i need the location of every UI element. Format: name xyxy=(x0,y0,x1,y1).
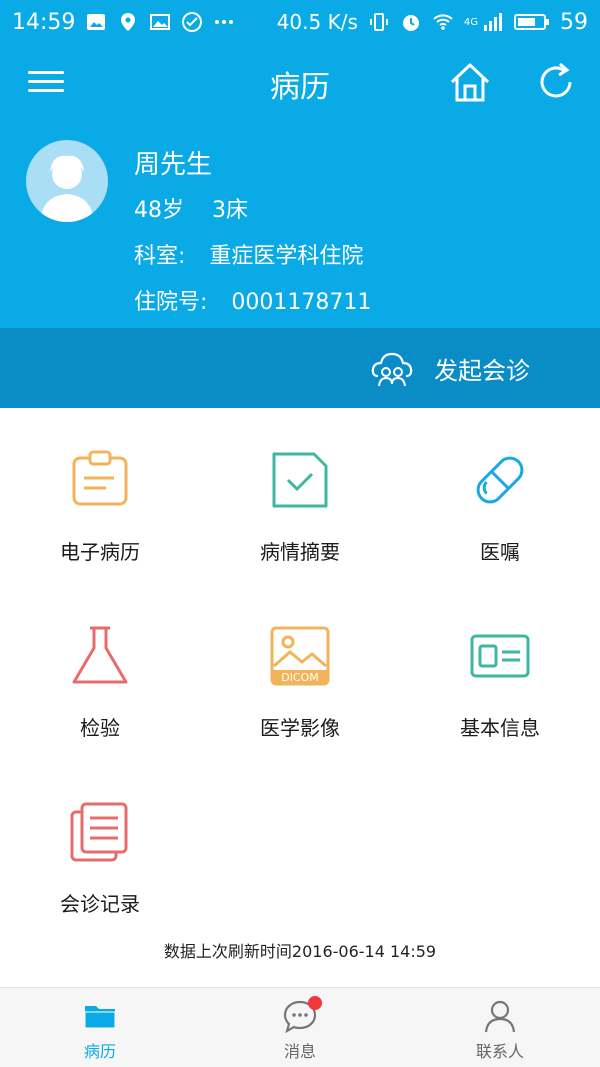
app-header: 病历 周先生 48岁3床 科室:重症医学科住院 住院号:000117871 xyxy=(0,44,600,328)
group-cloud-icon xyxy=(371,352,413,387)
module-label: 医学影像 xyxy=(260,716,340,740)
vibrate-icon xyxy=(368,11,390,33)
consult-bar: 发起会诊 xyxy=(0,328,600,408)
chat-bubble-wrap xyxy=(282,996,322,1034)
refresh-icon xyxy=(540,62,572,98)
patient-name: 周先生 xyxy=(134,150,213,180)
consultation-label: 发起会诊 xyxy=(434,356,530,385)
tab-records[interactable]: 病历 xyxy=(0,988,200,1067)
patient-bed: 3床 xyxy=(212,198,248,223)
clipboard-icon xyxy=(72,450,128,506)
last-refresh-time: 数据上次刷新时间2016-06-14 14:59 xyxy=(163,942,437,961)
admission-value: 0001178711 xyxy=(231,290,372,315)
status-bar: 14:59 40.5 K/s 4G 59 xyxy=(0,0,600,44)
module-label: 医嘱 xyxy=(480,540,520,564)
module-label: 会诊记录 xyxy=(60,892,140,916)
refresh-button[interactable] xyxy=(534,60,578,104)
admission-label: 住院号: xyxy=(134,290,208,315)
battery-level: 59 xyxy=(560,9,588,35)
tab-label: 联系人 xyxy=(475,1042,524,1061)
wifi-icon xyxy=(432,11,454,33)
module-imaging[interactable]: DICOM 医学影像 xyxy=(200,584,400,760)
module-emr[interactable]: 电子病历 xyxy=(0,408,200,584)
tab-contacts[interactable]: 联系人 xyxy=(400,988,600,1067)
pill-icon xyxy=(476,456,524,504)
tab-label: 病历 xyxy=(83,1042,116,1061)
location-icon xyxy=(117,11,139,33)
network-type: 4G xyxy=(463,16,478,28)
module-label: 检验 xyxy=(80,716,120,740)
unread-badge xyxy=(308,996,322,1010)
network-speed: 40.5 K/s xyxy=(276,10,358,34)
module-lab[interactable]: 检验 xyxy=(0,584,200,760)
image-icon xyxy=(149,11,171,33)
module-label: 电子病历 xyxy=(60,540,140,564)
patient-department: 科室: 重症医学科住院 xyxy=(134,238,363,270)
more-dots-icon xyxy=(213,11,235,33)
patient-age: 48岁 xyxy=(134,198,184,223)
folder-icon xyxy=(84,1006,116,1029)
status-time: 14:59 xyxy=(12,9,76,35)
bottom-tab-bar: 病历 消息 联系人 xyxy=(0,987,600,1067)
module-label: 基本信息 xyxy=(460,716,540,740)
alarm-icon xyxy=(400,11,422,33)
battery-icon xyxy=(514,11,550,33)
stacked-docs-icon xyxy=(70,802,128,862)
module-basic-info[interactable]: 基本信息 xyxy=(400,584,600,760)
module-consult-records[interactable]: 会诊记录 xyxy=(0,760,200,936)
document-check-icon xyxy=(272,452,328,508)
check-circle-icon xyxy=(181,11,203,33)
id-card-icon xyxy=(470,634,530,678)
home-icon xyxy=(450,63,490,102)
photo-icon xyxy=(85,11,107,33)
page-title: 病历 xyxy=(270,70,330,105)
person-icon xyxy=(484,1000,516,1033)
tab-label: 消息 xyxy=(283,1042,316,1061)
image-dicom-icon: DICOM xyxy=(270,626,330,686)
patient-admission: 住院号: 0001178711 xyxy=(134,284,371,316)
patient-age-bed: 48岁 3床 xyxy=(134,192,248,224)
module-summary[interactable]: 病情摘要 xyxy=(200,408,400,584)
signal-icon xyxy=(482,11,504,33)
avatar-icon xyxy=(40,155,94,222)
tab-messages[interactable]: 消息 xyxy=(200,988,400,1067)
module-label: 病情摘要 xyxy=(260,540,340,564)
module-grid: 电子病历 病情摘要 医嘱 检验 DICOM 医学影像 基本信息 会诊记录 xyxy=(0,408,600,968)
department-label: 科室: xyxy=(134,244,186,269)
start-consultation-button[interactable]: 发起会诊 xyxy=(370,348,530,388)
avatar xyxy=(26,140,108,222)
nav-row: 病历 xyxy=(0,44,600,120)
home-button[interactable] xyxy=(446,58,494,106)
dicom-tag: DICOM xyxy=(281,671,319,684)
module-orders[interactable]: 医嘱 xyxy=(400,408,600,584)
flask-icon xyxy=(72,626,128,684)
department-value: 重症医学科住院 xyxy=(209,244,364,269)
